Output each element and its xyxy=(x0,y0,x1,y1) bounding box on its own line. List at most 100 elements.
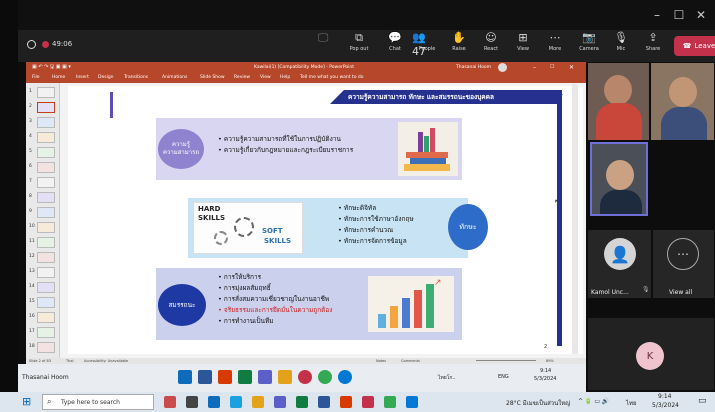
taskbar-pinned-app-icon[interactable] xyxy=(186,396,198,408)
slide-thumbnail[interactable]: 9 xyxy=(29,206,57,219)
slide-scrollbar[interactable] xyxy=(572,84,578,354)
taskbar-pinned-app-icon[interactable] xyxy=(406,396,418,408)
slide-thumbnail[interactable]: 8 xyxy=(29,191,57,204)
ppt-close-icon[interactable]: ✕ xyxy=(569,62,574,73)
taskbar-app-icon[interactable] xyxy=(318,370,332,384)
leave-button[interactable]: ☎ Leave xyxy=(674,36,715,56)
slide-thumbnail[interactable]: 1 xyxy=(29,86,57,99)
search-box[interactable]: ⌕ Type here to search xyxy=(42,394,154,410)
taskbar-pinned-app-icon[interactable] xyxy=(274,396,286,408)
mouse-pointer-icon: ↖ xyxy=(554,198,562,208)
slide-thumbnail[interactable]: 14 xyxy=(29,281,57,294)
taskbar-pinned-app-icon[interactable] xyxy=(318,396,330,408)
self-view-tile[interactable]: K xyxy=(588,318,714,390)
ribbon-tab-help[interactable]: Help xyxy=(280,73,290,83)
thumbnail-number: 6 xyxy=(29,164,32,169)
slide-thumbnail[interactable]: 16 xyxy=(29,311,57,324)
slide-thumbnail[interactable]: 3 xyxy=(29,116,57,129)
maximize-button[interactable]: ☐ xyxy=(670,7,688,23)
toolbar-button-react[interactable]: ☺ React xyxy=(476,31,506,61)
video-tile-3[interactable] xyxy=(590,142,648,216)
toolbar-button-chat[interactable]: 💬 Chat xyxy=(380,31,410,61)
skills-badge: ทักษะ xyxy=(448,204,488,250)
ribbon-tab-file[interactable]: File xyxy=(32,73,40,83)
thumbnail-number: 5 xyxy=(29,149,32,154)
taskbar-pinned-app-icon[interactable] xyxy=(230,396,242,408)
view-all-tile[interactable]: ⋯ View all xyxy=(653,230,714,298)
close-window-button[interactable]: ✕ xyxy=(692,7,710,23)
toolbar-button-pop-out[interactable]: ⧉ Pop out xyxy=(344,31,374,61)
taskbar-app-icon[interactable] xyxy=(198,370,212,384)
slide-thumbnail[interactable]: 4 xyxy=(29,131,57,144)
tray-icons[interactable]: ^ 🔋 ▭ 🔊 xyxy=(578,398,609,405)
ribbon-tab-transitions[interactable]: Transitions xyxy=(124,73,148,83)
taskbar-app-icon[interactable] xyxy=(178,370,192,384)
screen: – ☐ ✕ 49:06 🖵 ⧉ Pop out 💬 Chat 👥 47 People ✋ Rai… xyxy=(0,0,715,412)
clock-date[interactable]: 5/3/2024 xyxy=(652,402,679,409)
taskbar-app-icon[interactable] xyxy=(278,370,292,384)
participant-body xyxy=(596,103,642,140)
slide-thumbnail[interactable]: 10 xyxy=(29,221,57,234)
video-tile-2[interactable] xyxy=(651,63,714,140)
slide-thumbnail[interactable]: 12 xyxy=(29,251,57,264)
taskbar-app-icon[interactable] xyxy=(258,370,272,384)
toolbar-icon: ⊞ xyxy=(518,31,528,44)
video-tile-1[interactable] xyxy=(588,63,649,140)
toolbar-button-people[interactable]: 👥 47 People xyxy=(412,31,442,61)
taskbar-pinned-app-icon[interactable] xyxy=(252,396,264,408)
ribbon-tab-tell-me-what-you-want-to-do[interactable]: Tell me what you want to do xyxy=(300,73,364,83)
notification-icon[interactable]: ▭ xyxy=(698,396,707,406)
toolbar-button-mic[interactable]: 🎙 Mic xyxy=(606,31,636,61)
toolbar-button-raise[interactable]: ✋ Raise xyxy=(444,31,474,61)
clock-time[interactable]: 9:14 xyxy=(658,393,671,400)
toolbar-button-share-tray[interactable]: 🖵 xyxy=(308,31,338,61)
weather-text: 28°C มีเมฆเป็นส่วนใหญ่ xyxy=(506,400,571,407)
slide-thumbnail[interactable]: 15 xyxy=(29,296,57,309)
thumbnail-number: 3 xyxy=(29,119,32,124)
taskbar-pinned-app-icon[interactable] xyxy=(340,396,352,408)
taskbar-pinned-app-icon[interactable] xyxy=(208,396,220,408)
input-language[interactable]: ไทย xyxy=(626,398,637,408)
ribbon-tab-review[interactable]: Review xyxy=(234,73,250,83)
taskbar-pinned-app-icon[interactable] xyxy=(384,396,396,408)
ribbon-tab-insert[interactable]: Insert xyxy=(76,73,89,83)
ppt-minimize-icon[interactable]: – xyxy=(533,62,536,73)
participant-name: Kamol Unc... xyxy=(591,289,629,296)
taskbar-app-icon[interactable] xyxy=(218,370,232,384)
taskbar-pinned-app-icon[interactable] xyxy=(362,396,374,408)
minimize-button[interactable]: – xyxy=(648,7,666,23)
thumbnail-preview xyxy=(37,282,55,293)
ribbon-tab-slide-show[interactable]: Slide Show xyxy=(200,73,225,83)
slide-thumbnail[interactable]: 6 xyxy=(29,161,57,174)
taskbar-app-icon[interactable] xyxy=(238,370,252,384)
taskbar-app-icon[interactable] xyxy=(338,370,352,384)
person-icon: 👤 xyxy=(604,238,636,270)
slide-thumbnail[interactable]: 2 xyxy=(29,101,57,114)
taskbar-app-icon[interactable] xyxy=(298,370,312,384)
zoom-slider[interactable] xyxy=(476,360,536,361)
ribbon-tab-animations[interactable]: Animations xyxy=(162,73,187,83)
toolbar-icon: 👥 47 xyxy=(412,31,426,58)
slide-thumbnail[interactable]: 13 xyxy=(29,266,57,279)
image-text-skills1: SKILLS xyxy=(198,214,226,222)
toolbar-button-more[interactable]: ⋯ More xyxy=(540,31,570,61)
slide-thumbnail[interactable]: 18 xyxy=(29,341,57,354)
ppt-maximize-icon[interactable]: ☐ xyxy=(550,62,554,73)
participant-kamol-tile[interactable]: 👤 Kamol Unc... 🎙 xyxy=(588,230,651,298)
slide-thumbnail[interactable]: 11 xyxy=(29,236,57,249)
toolbar-button-view[interactable]: ⊞ View xyxy=(508,31,538,61)
ribbon-tab-design[interactable]: Design xyxy=(98,73,114,83)
ribbon-tab-view[interactable]: View xyxy=(260,73,271,83)
slide-thumbnail[interactable]: 7 xyxy=(29,176,57,189)
toolbar-button-share[interactable]: ⇪ Share xyxy=(638,31,668,61)
taskbar-pinned-app-icon[interactable] xyxy=(296,396,308,408)
toolbar-label: People xyxy=(418,46,436,52)
windows-taskbar: ⊞ ⌕ Type here to search 28°C มีเมฆเป็นส่… xyxy=(0,392,715,412)
toolbar-button-camera[interactable]: 📷 Camera xyxy=(574,31,604,61)
taskbar-pinned-app-icon[interactable] xyxy=(164,396,176,408)
slide-thumbnail[interactable]: 17 xyxy=(29,326,57,339)
thumbnail-number: 2 xyxy=(29,104,32,109)
ribbon-tab-home[interactable]: Home xyxy=(52,73,65,83)
slide-thumbnail[interactable]: 5 xyxy=(29,146,57,159)
windows-start-icon[interactable]: ⊞ xyxy=(22,396,31,408)
